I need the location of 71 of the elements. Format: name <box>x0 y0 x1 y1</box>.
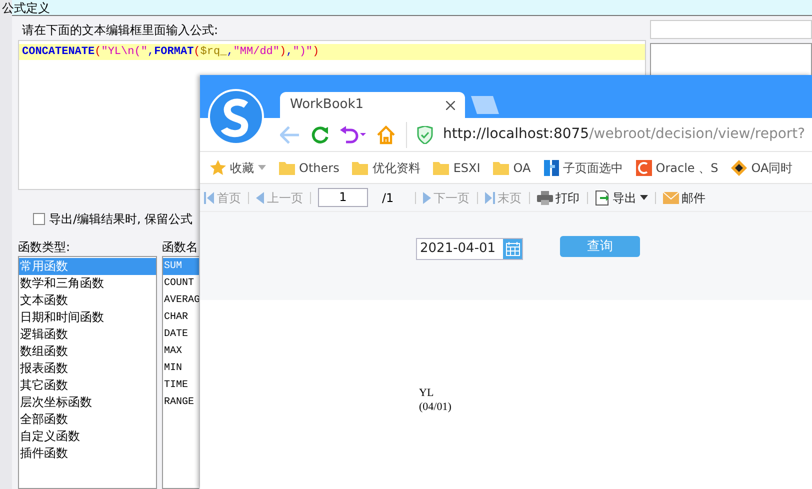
close-icon[interactable] <box>446 100 455 110</box>
category-item[interactable]: 其它函数 <box>19 377 156 394</box>
envelope-icon <box>662 192 679 204</box>
category-item[interactable]: 插件函数 <box>19 445 156 462</box>
category-item[interactable]: 全部函数 <box>19 411 156 428</box>
formula-prompt: 请在下面的文本编辑框里面输入公式: <box>21 22 220 39</box>
bookmark-folder[interactable]: 优化资料 <box>352 158 420 176</box>
page-total: /1 <box>382 190 395 206</box>
first-page-icon <box>204 192 214 204</box>
site-logo-icon <box>731 160 748 176</box>
category-item[interactable]: 报表函数 <box>19 360 156 377</box>
toolbar-button[interactable]: 打印 <box>536 188 580 206</box>
list-label: 函数类型: <box>18 239 72 256</box>
function-item[interactable]: MIN <box>163 360 199 377</box>
date-field[interactable]: 2021-04-01 <box>416 238 523 260</box>
bookmark[interactable]: 子页面选中 <box>544 158 623 176</box>
tab-title: WorkBook1 <box>290 96 364 114</box>
category-item[interactable]: 自定义函数 <box>19 428 156 445</box>
home-icon[interactable] <box>376 124 396 144</box>
undo-icon[interactable] <box>340 126 366 144</box>
function-item[interactable]: CHAR <box>163 309 199 326</box>
checkbox[interactable] <box>33 213 45 225</box>
category-item[interactable]: 文本函数 <box>19 292 156 309</box>
function-item[interactable]: RANGE <box>163 394 199 411</box>
category-item[interactable]: 逻辑函数 <box>19 326 156 343</box>
input-field[interactable] <box>650 20 812 39</box>
star-icon <box>210 160 226 175</box>
new-tab-icon[interactable] <box>471 96 499 114</box>
bookmark[interactable]: OA同时 <box>731 158 793 176</box>
function-item[interactable]: TIME <box>163 377 199 394</box>
browser-tab[interactable]: WorkBook1 <box>280 92 465 118</box>
bookmark-folder[interactable]: OA <box>493 158 531 176</box>
calendar-icon[interactable] <box>506 242 520 256</box>
category-item[interactable]: 日期和时间函数 <box>19 309 156 326</box>
caret-icon <box>640 195 648 200</box>
list-label: 函数名 <box>162 239 198 256</box>
function-item[interactable]: MAX <box>163 343 199 360</box>
folder-icon <box>279 160 295 174</box>
refresh-icon[interactable] <box>310 124 330 144</box>
bookmark-folder[interactable]: Others <box>279 158 340 176</box>
toolbar-button[interactable]: 导出 <box>594 188 648 206</box>
page-number-field[interactable]: 1 <box>318 188 368 207</box>
site-logo-icon <box>544 160 559 176</box>
previous-icon <box>256 192 264 204</box>
shield-icon <box>417 126 433 144</box>
back-arrow-icon[interactable] <box>280 126 300 144</box>
function-item[interactable]: DATE <box>163 326 199 343</box>
report-text: YL <box>419 386 435 400</box>
function-item[interactable]: COUNT <box>163 275 199 292</box>
category-item[interactable]: 数学和三角函数 <box>19 275 156 292</box>
folder-icon <box>493 160 510 174</box>
next-icon <box>422 192 431 204</box>
toolbar-button[interactable]: 邮件 <box>662 188 706 206</box>
folder-icon <box>433 160 450 174</box>
caret-icon <box>258 165 266 170</box>
dialog-title: 公式定义 <box>2 1 50 15</box>
last-page-icon <box>484 192 495 204</box>
report-text: (04/01) <box>419 400 452 414</box>
bookmark[interactable]: 收藏 <box>210 158 266 176</box>
category-item[interactable]: 数组函数 <box>19 343 156 360</box>
checkbox-label: 导出/编辑结果时, 保留公式 <box>49 211 193 228</box>
browser-logo-icon <box>208 89 264 145</box>
category-item[interactable]: 层次坐标函数 <box>19 394 156 411</box>
site-logo-icon <box>636 160 652 176</box>
folder-icon <box>352 160 368 174</box>
address-bar[interactable]: http://localhost:8075/webroot/decision/view/report? <box>443 124 806 145</box>
bookmark[interactable]: Oracle 、S <box>636 158 718 176</box>
formula-text: CONCATENATE("YL\n(",FORMAT($rq_,"MM/dd"),")") <box>19 44 645 60</box>
export-icon <box>594 190 610 206</box>
bookmark-folder[interactable]: ESXI <box>433 158 480 176</box>
printer-icon <box>536 190 553 204</box>
